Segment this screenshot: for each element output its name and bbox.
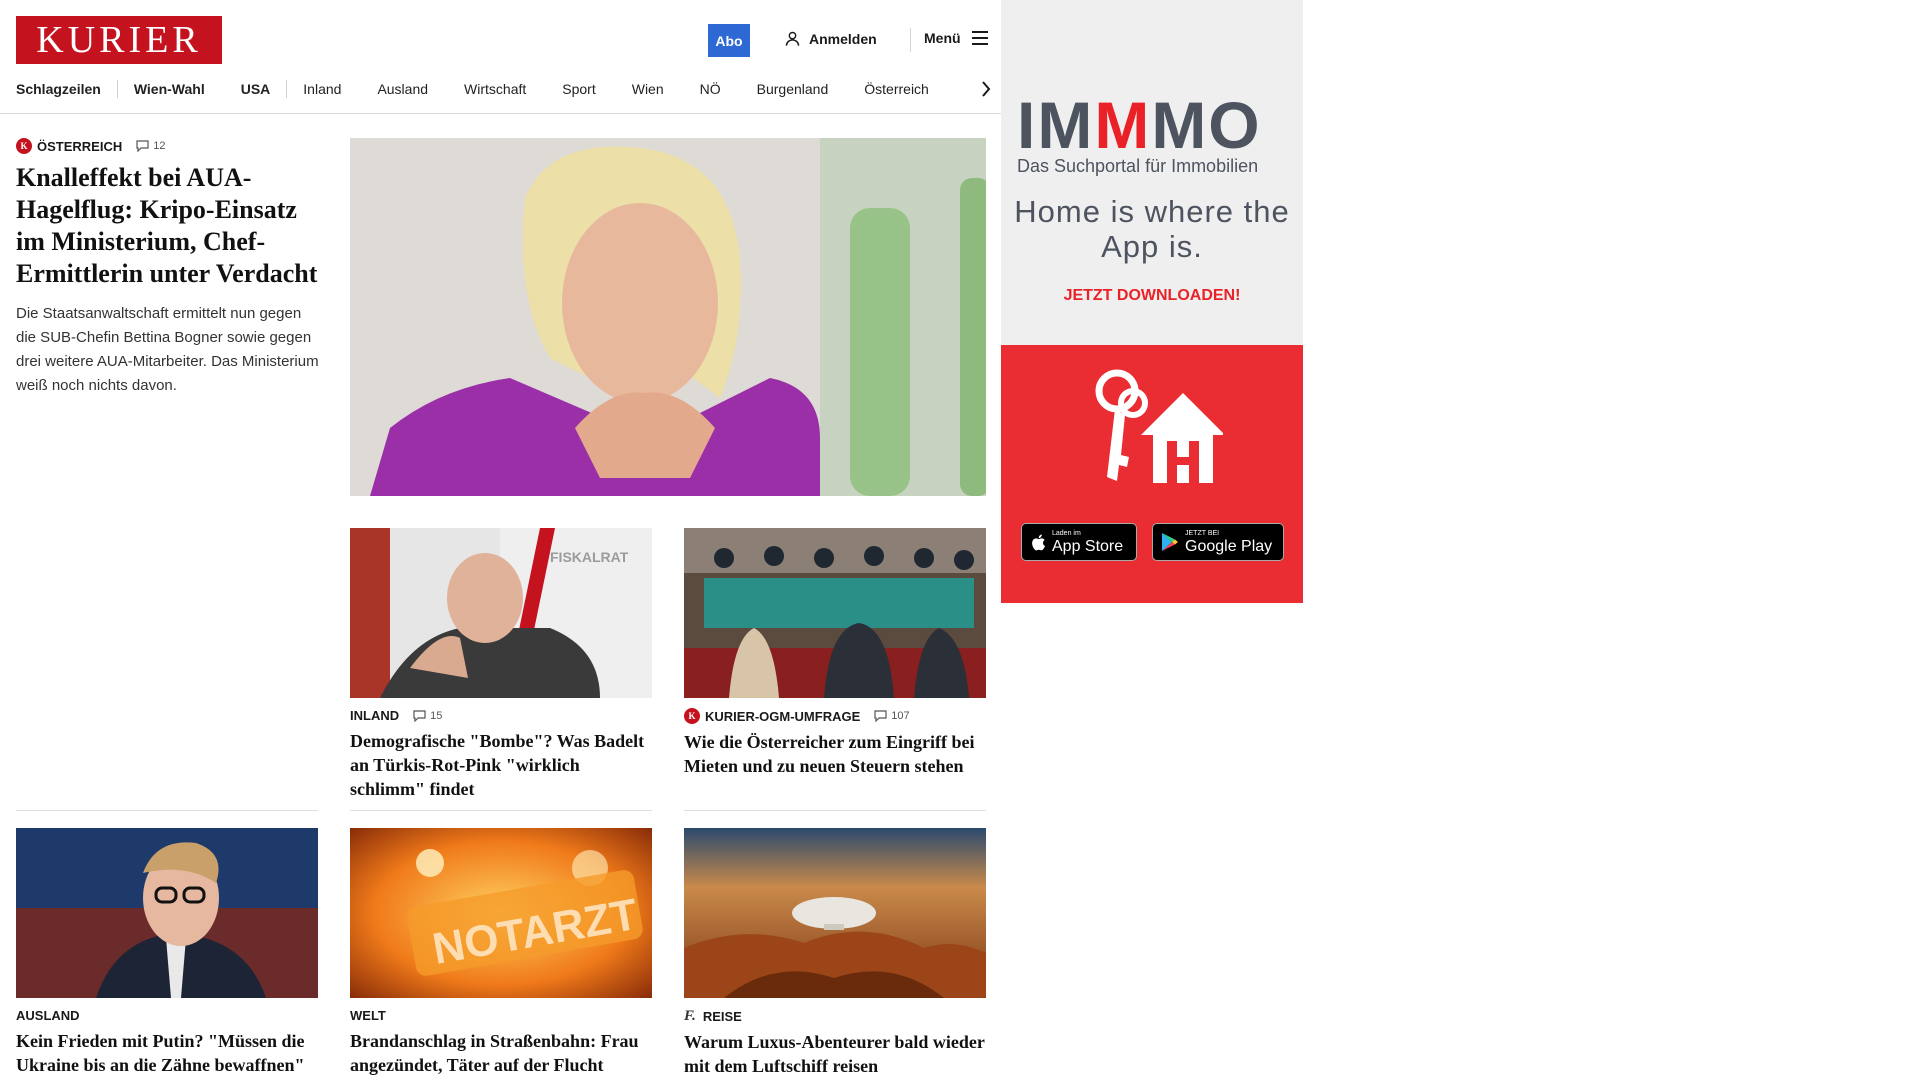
nav-item-schlagzeilen[interactable]: Schlagzeilen <box>16 81 101 97</box>
google-play-label: Google Play <box>1185 537 1273 555</box>
photo: FISKALRAT <box>350 528 652 698</box>
ad-bottom-panel: Laden im App Store JETZT BEI Google Play <box>1001 345 1303 603</box>
hamburger-icon <box>971 31 988 45</box>
article-category[interactable]: ÖSTERREICH <box>37 139 122 154</box>
article-meta: f. REISE <box>684 1008 986 1024</box>
article-card[interactable]: NOTARZT WELT Brandanschlag in Straßenbah… <box>350 828 652 1077</box>
house-key-icon <box>1095 369 1223 483</box>
article-category[interactable]: AUSLAND <box>16 1008 80 1023</box>
google-play-icon <box>1162 533 1178 551</box>
ad-slogan: Home is where the App is. <box>1014 194 1290 264</box>
nav-divider <box>116 80 118 98</box>
user-icon <box>785 31 800 46</box>
article-meta: INLAND 15 <box>350 708 652 723</box>
article-card[interactable]: AUSLAND Kein Frieden mit Putin? "Müssen … <box>16 828 318 1077</box>
kurier-logo[interactable]: KURIER <box>16 16 222 64</box>
falstaff-icon: f. <box>684 1007 696 1024</box>
abo-button[interactable]: Abo <box>708 24 750 57</box>
nav-item-oesterreich[interactable]: Österreich <box>864 81 929 97</box>
nav-item-sport[interactable]: Sport <box>562 81 595 97</box>
google-play-button[interactable]: JETZT BEI Google Play <box>1152 523 1284 561</box>
lead-headline[interactable]: Knalleffekt bei AUA-Hagelflug: Kripo-Ein… <box>16 162 320 290</box>
comment-icon <box>136 140 149 152</box>
comment-count[interactable]: 107 <box>874 710 910 722</box>
nav-item-burgenland[interactable]: Burgenland <box>757 81 829 97</box>
login-button[interactable]: Anmelden <box>784 30 877 47</box>
comment-count-value: 15 <box>430 709 443 722</box>
immmo-advertisement[interactable]: IMMMO Das Suchportal für Immobilien Home… <box>1001 0 1303 603</box>
ad-download-link[interactable]: JETZT DOWNLOADEN! <box>1001 287 1303 305</box>
nav-scroll-right-button[interactable] <box>976 78 996 100</box>
nav-item-wien[interactable]: Wien <box>632 81 664 97</box>
login-label: Anmelden <box>809 30 877 47</box>
article-headline[interactable]: Wie die Österreicher zum Eingriff bei Mi… <box>684 730 986 778</box>
nav-item-noe[interactable]: NÖ <box>700 81 721 97</box>
svg-text:FISKALRAT: FISKALRAT <box>550 549 629 565</box>
app-store-small-label: Laden im <box>1052 529 1081 537</box>
nav-item-wirtschaft[interactable]: Wirtschaft <box>464 81 526 97</box>
nav-divider <box>286 80 288 98</box>
article-category[interactable]: INLAND <box>350 708 399 723</box>
immmo-logo: IMMMO <box>1017 88 1262 162</box>
article-meta: WELT <box>350 1008 652 1023</box>
article-image[interactable]: FISKALRAT <box>350 528 652 698</box>
divider <box>350 810 652 811</box>
comment-icon <box>413 709 426 722</box>
comment-count-value: 107 <box>891 710 910 722</box>
article-headline[interactable]: Demografische "Bombe"? Was Badelt an Tür… <box>350 729 652 801</box>
nav-item-ausland[interactable]: Ausland <box>377 81 428 97</box>
header-divider <box>910 28 911 52</box>
site-header: KURIER Abo Anmelden Menü Schlagzeilen Wi… <box>0 0 1007 114</box>
ad-subtitle: Das Suchportal für Immobilien <box>1017 156 1259 176</box>
article-card[interactable]: K KURIER-OGM-UMFRAGE 107 Wie die Österre… <box>684 528 986 778</box>
ad-top-panel: IMMMO Das Suchportal für Immobilien Home… <box>1001 0 1303 345</box>
app-store-label: App Store <box>1052 537 1124 555</box>
chevron-right-icon <box>982 81 991 97</box>
article-card[interactable]: f. REISE Warum Luxus-Abenteurer bald wie… <box>684 828 986 1078</box>
article-headline[interactable]: Brandanschlag in Straßenbahn: Frau angez… <box>350 1029 652 1077</box>
comment-icon <box>874 710 887 722</box>
nav-item-inland[interactable]: Inland <box>303 81 341 97</box>
comment-count[interactable]: 12 <box>136 140 165 152</box>
lead-hero-image[interactable] <box>350 138 986 496</box>
article-meta: K KURIER-OGM-UMFRAGE 107 <box>684 708 986 724</box>
lead-teaser: Die Staatsanwaltschaft ermittelt nun geg… <box>16 305 319 394</box>
article-meta: K ÖSTERREICH 12 <box>16 138 320 154</box>
photo <box>684 828 986 998</box>
menu-label: Menü <box>924 30 961 46</box>
article-image[interactable]: NOTARZT <box>350 828 652 998</box>
google-play-small-label: JETZT BEI <box>1185 529 1220 537</box>
divider <box>16 810 318 811</box>
comment-count-value: 12 <box>153 140 166 152</box>
article-image[interactable] <box>684 828 986 998</box>
nav-item-usa[interactable]: USA <box>241 81 271 97</box>
article-card[interactable]: FISKALRAT INLAND 15 Demografische "Bombe… <box>350 528 652 801</box>
article-category[interactable]: WELT <box>350 1008 386 1023</box>
apple-icon <box>1032 534 1045 550</box>
article-image[interactable] <box>684 528 986 698</box>
app-store-button[interactable]: Laden im App Store <box>1021 523 1137 561</box>
article-headline[interactable]: Kein Frieden mit Putin? "Müssen die Ukra… <box>16 1029 318 1077</box>
kurier-plus-icon: K <box>684 708 700 724</box>
menu-button[interactable]: Menü <box>924 30 989 46</box>
portrait-photo <box>350 138 986 496</box>
photo: NOTARZT <box>350 828 652 998</box>
comment-count[interactable]: 15 <box>413 710 442 722</box>
nav-item-wien-wahl[interactable]: Wien-Wahl <box>134 81 205 97</box>
kurier-plus-icon: K <box>16 138 32 154</box>
photo <box>684 528 986 698</box>
article-image[interactable] <box>16 828 318 998</box>
divider <box>684 810 986 811</box>
article-category[interactable]: REISE <box>703 1009 742 1024</box>
section-nav: Schlagzeilen Wien-Wahl USA Inland Auslan… <box>16 78 996 100</box>
article-headline[interactable]: Warum Luxus-Abenteurer bald wieder mit d… <box>684 1030 986 1078</box>
photo <box>16 828 318 998</box>
lead-article[interactable]: K ÖSTERREICH 12 Knalleffekt bei AUA-Hage… <box>16 138 320 398</box>
article-category[interactable]: KURIER-OGM-UMFRAGE <box>705 709 860 724</box>
article-meta: AUSLAND <box>16 1008 318 1023</box>
